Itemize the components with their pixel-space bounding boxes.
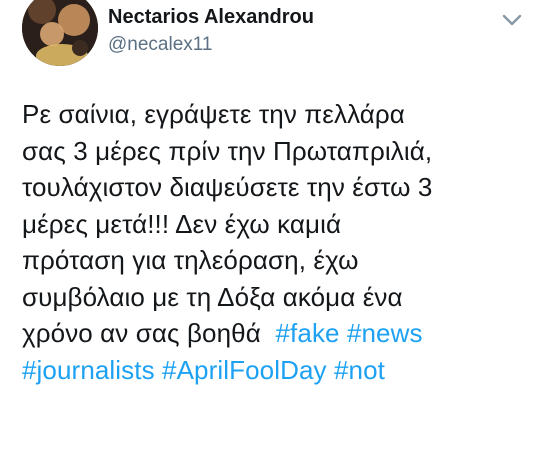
tweet-text-line: μέρες μετά!!! Δεν έχω καμιά: [22, 208, 342, 239]
avatar[interactable]: [22, 0, 98, 66]
tweet-text-line: Ρε σαίνια, εγράψετε την πελλάρα: [22, 99, 405, 129]
tweet-text-line: πρόταση για τηλεόραση, έχω: [22, 245, 359, 275]
tweet-text: Ρε σαίνια, εγράψετε την πελλάρα σας 3 μέ…: [22, 96, 532, 388]
tweet-text-fragment: χρόνο αν σας βοηθά: [22, 318, 261, 348]
hashtag-link[interactable]: #AprilFoolDay: [162, 355, 327, 385]
hashtag-link[interactable]: #fake: [276, 318, 340, 348]
chevron-down-icon[interactable]: [498, 6, 526, 34]
hashtag-link[interactable]: #news: [347, 318, 423, 348]
author-handle[interactable]: @necalex11: [108, 34, 213, 56]
hashtag-line: #journalists #AprilFoolDay #not: [22, 352, 532, 389]
tweet-text-line: συμβόλαιο με τη Δόξα ακόμα ένα: [22, 281, 403, 312]
tweet-text-line: τουλάχιστον διαψεύσετε την έστω 3: [22, 172, 433, 202]
hashtag-link[interactable]: #not: [334, 355, 385, 385]
tweet-card: Nectarios Alexandrou @necalex11 Ρε σαίνι…: [0, 0, 540, 467]
tweet-text-line-with-hashtags: χρόνο αν σας βοηθά #fake #news: [22, 315, 532, 352]
hashtag-link[interactable]: #journalists: [22, 355, 155, 385]
author-display-name[interactable]: Nectarios Alexandrou: [108, 6, 314, 29]
profile-photo: [22, 0, 98, 66]
tweet-text-line: σας 3 μέρες πρίν την Πρωταπριλιά,: [22, 135, 433, 166]
